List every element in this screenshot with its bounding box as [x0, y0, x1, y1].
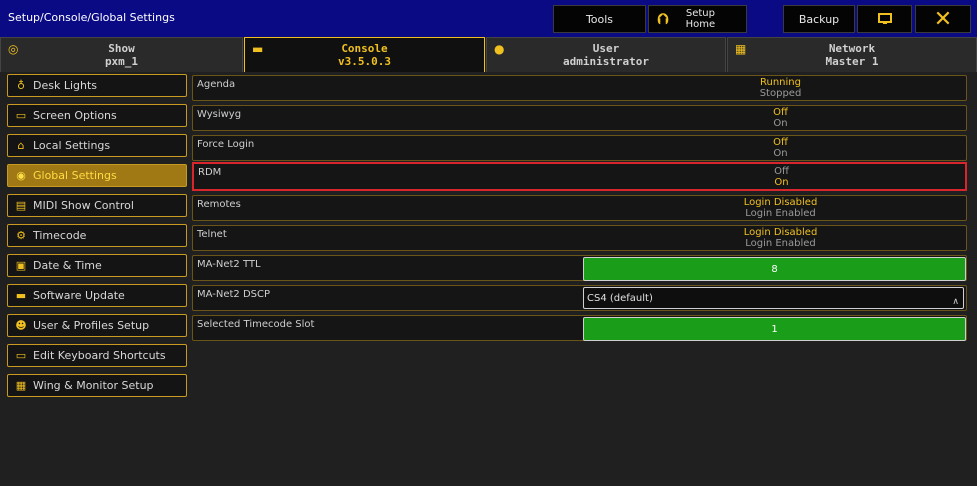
menu-user-profiles-setup[interactable]: ☻ User & Profiles Setup [7, 314, 187, 337]
menu-global-settings[interactable]: ◉ Global Settings [7, 164, 187, 187]
manet2-dscp-value: CS4 (default) [587, 292, 653, 304]
tab-console[interactable]: ▬ Console v3.5.0.3 [244, 37, 485, 72]
setting-row-force-login[interactable]: Force Login Off On [192, 135, 967, 161]
setting-option-stopped[interactable]: Stopped [593, 88, 968, 99]
tab-network-title: Network [828, 42, 876, 55]
tab-user-value: administrator [562, 55, 650, 68]
tab-network[interactable]: ▦ Network Master 1 [727, 37, 977, 72]
keyboard-icon: ▭ [15, 349, 27, 362]
setting-row-selected-timecode-slot: Selected Timecode Slot 1 [192, 315, 967, 341]
setting-label: Remotes [197, 199, 241, 210]
setting-row-manet2-ttl: MA-Net2 TTL 8 [192, 255, 967, 281]
menu-label: Date & Time [33, 259, 102, 272]
close-button[interactable]: ✕ [915, 5, 971, 33]
setting-option-off[interactable]: Off [593, 107, 968, 118]
lightbulb-icon: ♁ [16, 79, 26, 92]
wing-monitor-icon: ▦ [15, 379, 27, 392]
menu-label: Software Update [33, 289, 125, 302]
setting-option-on[interactable]: On [594, 177, 969, 188]
setting-label: Selected Timecode Slot [197, 319, 315, 330]
timecode-slot-value[interactable]: 1 [583, 317, 966, 341]
menu-desk-lights[interactable]: ♁ Desk Lights [7, 74, 187, 97]
users-icon: ☻ [15, 319, 27, 332]
menu-label: Edit Keyboard Shortcuts [33, 349, 166, 362]
menu-label: MIDI Show Control [33, 199, 134, 212]
menu-date-time[interactable]: ▣ Date & Time [7, 254, 187, 277]
menu-label: Screen Options [33, 109, 117, 122]
setting-option-login-enabled[interactable]: Login Enabled [593, 208, 968, 219]
close-icon: ✕ [933, 6, 953, 32]
setting-label: Force Login [197, 139, 255, 150]
setting-option-login-enabled[interactable]: Login Enabled [593, 238, 968, 249]
manet2-dscp-select[interactable]: CS4 (default) ∧ [583, 287, 964, 309]
setting-label: Wysiwyg [197, 109, 242, 120]
setting-row-agenda[interactable]: Agenda Running Stopped [192, 75, 967, 101]
setting-label: RDM [198, 167, 222, 178]
software-icon: ▬ [15, 289, 27, 302]
setting-option-off[interactable]: Off [594, 166, 969, 177]
setup-home-button[interactable]: ⮉ Setup Home [648, 5, 747, 33]
setting-label: MA-Net2 DSCP [197, 289, 271, 300]
calendar-icon: ▣ [15, 259, 27, 272]
menu-midi-show-control[interactable]: ▤ MIDI Show Control [7, 194, 187, 217]
breadcrumb-path: Setup/Console/Global Settings [8, 11, 175, 24]
menu-edit-keyboard-shortcuts[interactable]: ▭ Edit Keyboard Shortcuts [7, 344, 187, 367]
setting-option-off[interactable]: Off [593, 137, 968, 148]
home-icon: ⮉ [657, 10, 669, 28]
screen-icon: ▭ [15, 109, 27, 122]
tab-console-value: v3.5.0.3 [338, 55, 391, 68]
menu-label: Timecode [33, 229, 87, 242]
tab-show[interactable]: ◎ Show pxm_1 [0, 37, 243, 72]
setting-row-manet2-dscp: MA-Net2 DSCP CS4 (default) ∧ [192, 285, 967, 311]
setting-label: MA-Net2 TTL [197, 259, 261, 270]
tools-button[interactable]: Tools [553, 5, 646, 33]
midi-icon: ▤ [15, 199, 27, 212]
menu-software-update[interactable]: ▬ Software Update [7, 284, 187, 307]
setup-home-label: Setup Home [685, 8, 716, 30]
menu-local-settings[interactable]: ⌂ Local Settings [7, 134, 187, 157]
setting-row-telnet[interactable]: Telnet Login Disabled Login Enabled [192, 225, 967, 251]
menu-label: Desk Lights [33, 79, 98, 92]
monitor-icon [877, 13, 892, 24]
setting-label: Agenda [197, 79, 236, 90]
tab-user-title: User [592, 42, 620, 55]
monitor-button[interactable] [857, 5, 912, 33]
setting-option-login-disabled[interactable]: Login Disabled [593, 227, 968, 238]
setting-option-running[interactable]: Running [593, 77, 968, 88]
manet2-ttl-value[interactable]: 8 [583, 257, 966, 281]
setting-row-wysiwyg[interactable]: Wysiwyg Off On [192, 105, 967, 131]
setting-label: Telnet [197, 229, 227, 240]
tab-show-value: pxm_1 [104, 55, 139, 68]
tab-network-value: Master 1 [825, 55, 879, 68]
menu-label: User & Profiles Setup [33, 319, 150, 332]
menu-label: Global Settings [33, 169, 117, 182]
globe-icon: ◉ [16, 169, 26, 182]
setting-row-remotes[interactable]: Remotes Login Disabled Login Enabled [192, 195, 967, 221]
menu-label: Local Settings [33, 139, 111, 152]
setting-option-on[interactable]: On [593, 118, 968, 129]
menu-label: Wing & Monitor Setup [33, 379, 154, 392]
menu-wing-monitor-setup[interactable]: ▦ Wing & Monitor Setup [7, 374, 187, 397]
chevron-up-icon: ∧ [952, 297, 959, 307]
setting-option-on[interactable]: On [593, 148, 968, 159]
setting-row-rdm[interactable]: RDM Off On [192, 162, 967, 191]
house-icon: ⌂ [17, 139, 25, 152]
timecode-icon: ⚙ [16, 229, 26, 242]
backup-button[interactable]: Backup [783, 5, 855, 33]
menu-screen-options[interactable]: ▭ Screen Options [7, 104, 187, 127]
tab-user[interactable]: ● User administrator [486, 37, 726, 72]
menu-timecode[interactable]: ⚙ Timecode [7, 224, 187, 247]
setting-option-login-disabled[interactable]: Login Disabled [593, 197, 968, 208]
tab-show-title: Show [108, 42, 135, 55]
tab-console-title: Console [341, 42, 388, 55]
